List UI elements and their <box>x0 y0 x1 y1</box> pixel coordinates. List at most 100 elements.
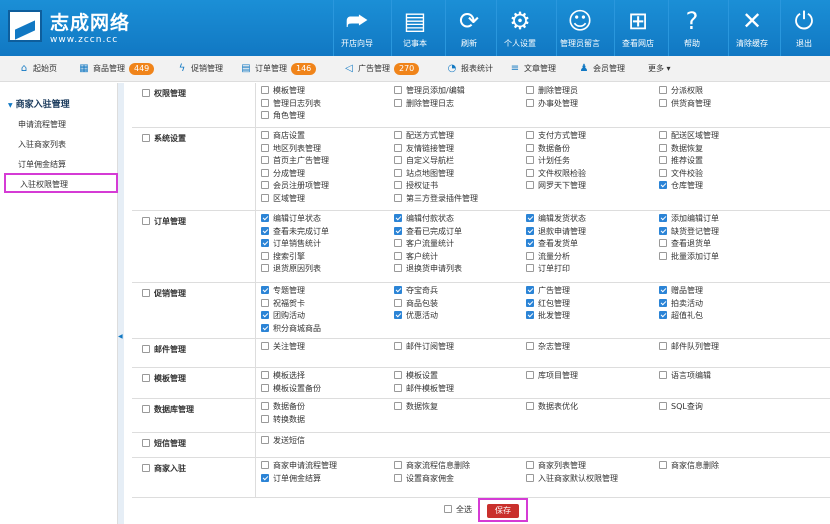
permission-item[interactable]: 商店设置 <box>261 131 305 141</box>
permission-checkbox[interactable] <box>261 86 269 94</box>
permission-item[interactable]: SQL查询 <box>659 402 703 412</box>
section-title[interactable]: 短信管理 <box>142 438 186 449</box>
sidebar-item[interactable]: 订单佣金结算 <box>18 159 66 170</box>
permission-item[interactable]: 超值礼包 <box>659 311 703 321</box>
permission-checkbox[interactable] <box>526 143 534 152</box>
permission-item[interactable]: 数据备份 <box>526 143 570 154</box>
permission-item[interactable]: 退货原因列表 <box>261 264 321 274</box>
permission-item[interactable]: 赠品管理 <box>659 286 703 296</box>
permission-item[interactable]: 仓库管理 <box>659 181 703 191</box>
permission-item[interactable]: 缺货登记管理 <box>659 226 719 237</box>
permission-item[interactable]: 地区列表管理 <box>261 143 321 154</box>
section-checkbox[interactable] <box>142 374 150 382</box>
permission-checkbox[interactable] <box>394 371 402 379</box>
permission-checkbox[interactable] <box>526 181 534 190</box>
sidebar-splitter[interactable]: ◀ <box>118 83 124 524</box>
permission-checkbox[interactable] <box>261 311 269 320</box>
section-checkbox[interactable] <box>142 345 150 353</box>
permission-checkbox[interactable] <box>394 264 402 273</box>
permission-item[interactable]: 商家流程信息删除 <box>394 461 470 471</box>
toolbar-button-arrow[interactable]: ⮫ 开店向导 <box>333 0 380 56</box>
permission-checkbox[interactable] <box>261 226 269 235</box>
permission-checkbox[interactable] <box>261 251 269 260</box>
permission-checkbox[interactable] <box>394 143 402 152</box>
permission-item[interactable]: 添加编辑订单 <box>659 214 719 224</box>
toolbar-button-message[interactable]: ☺ 管理员留言 <box>556 0 603 56</box>
section-checkbox[interactable] <box>142 405 150 413</box>
permission-item[interactable]: 查看已完成订单 <box>394 226 462 237</box>
permission-checkbox[interactable] <box>659 143 667 152</box>
permission-checkbox[interactable] <box>394 286 402 294</box>
sidebar-item[interactable]: 申请流程管理 <box>18 119 66 130</box>
permission-item[interactable]: 查看发货单 <box>526 239 578 249</box>
permission-item[interactable]: 推荐设置 <box>659 156 703 166</box>
permission-item[interactable]: 批发管理 <box>526 311 570 321</box>
permission-checkbox[interactable] <box>261 436 269 444</box>
permission-item[interactable]: 站点地图管理 <box>394 168 454 179</box>
permission-checkbox[interactable] <box>394 251 402 260</box>
permission-checkbox[interactable] <box>261 414 269 423</box>
permission-checkbox[interactable] <box>261 194 269 202</box>
permission-item[interactable]: 商家信息删除 <box>659 461 719 471</box>
permission-checkbox[interactable] <box>394 298 402 307</box>
permission-item[interactable]: 数据恢复 <box>394 402 438 412</box>
permission-item[interactable]: 广告管理 <box>526 286 570 296</box>
nav-item-report[interactable]: ◔ 报表统计 <box>446 62 493 76</box>
permission-checkbox[interactable] <box>659 311 667 320</box>
select-all-checkbox[interactable] <box>444 505 452 513</box>
permission-item[interactable]: 网罗天下管理 <box>526 181 586 191</box>
toolbar-button-power[interactable]: ⏻ 退出 <box>780 0 827 56</box>
section-checkbox[interactable] <box>142 217 150 225</box>
nav-item-article[interactable]: ≡ 文章管理 <box>509 62 556 76</box>
permission-checkbox[interactable] <box>261 383 269 392</box>
permission-item[interactable]: 首页主广告管理 <box>261 156 329 166</box>
permission-checkbox[interactable] <box>261 131 269 139</box>
permission-item[interactable]: 库项目管理 <box>526 371 578 381</box>
permission-item[interactable]: 查看未完成订单 <box>261 226 329 237</box>
permission-checkbox[interactable] <box>261 461 269 469</box>
permission-item[interactable]: 数据表优化 <box>526 402 578 412</box>
permission-checkbox[interactable] <box>526 298 534 307</box>
permission-item[interactable]: 供货商管理 <box>659 98 711 109</box>
permission-checkbox[interactable] <box>526 473 534 482</box>
permission-item[interactable]: 发送短信 <box>261 436 305 446</box>
toolbar-button-notepad[interactable]: ▤ 记事本 <box>391 0 438 56</box>
permission-item[interactable]: 订单佣金结算 <box>261 473 321 484</box>
permission-item[interactable]: 文件权限检验 <box>526 168 586 179</box>
permission-checkbox[interactable] <box>394 181 402 190</box>
permission-checkbox[interactable] <box>261 342 269 350</box>
permission-checkbox[interactable] <box>659 298 667 307</box>
permission-checkbox[interactable] <box>394 131 402 139</box>
permission-checkbox[interactable] <box>394 311 402 320</box>
permission-item[interactable]: 专题管理 <box>261 286 305 296</box>
permission-checkbox[interactable] <box>261 168 269 177</box>
permission-item[interactable]: 退款申请管理 <box>526 226 586 237</box>
permission-item[interactable]: 语言项编辑 <box>659 371 711 381</box>
section-checkbox[interactable] <box>142 134 150 142</box>
permission-checkbox[interactable] <box>394 168 402 177</box>
permission-checkbox[interactable] <box>394 214 402 222</box>
permission-checkbox[interactable] <box>526 251 534 260</box>
permission-checkbox[interactable] <box>261 323 269 332</box>
permission-checkbox[interactable] <box>394 383 402 392</box>
permission-checkbox[interactable] <box>659 131 667 139</box>
permission-item[interactable]: 模板选择 <box>261 371 305 381</box>
permission-checkbox[interactable] <box>526 156 534 165</box>
permission-checkbox[interactable] <box>526 131 534 139</box>
permission-item[interactable]: 设置商家佣金 <box>394 473 454 484</box>
permission-item[interactable]: 分成管理 <box>261 168 305 179</box>
section-title[interactable]: 系统设置 <box>142 133 186 144</box>
permission-item[interactable]: 编辑发货状态 <box>526 214 586 224</box>
permission-checkbox[interactable] <box>526 286 534 294</box>
permission-item[interactable]: 办事处管理 <box>526 98 578 109</box>
section-title[interactable]: 数据库管理 <box>142 404 194 415</box>
permission-checkbox[interactable] <box>526 168 534 177</box>
section-checkbox[interactable] <box>142 89 150 97</box>
permission-item[interactable]: 流量分析 <box>526 251 570 262</box>
toolbar-button-refresh[interactable]: ⟳ 刷新 <box>445 0 492 56</box>
permission-checkbox[interactable] <box>261 143 269 152</box>
permission-item[interactable]: 计划任务 <box>526 156 570 166</box>
permission-checkbox[interactable] <box>659 371 667 379</box>
permission-item[interactable]: 退换货申请列表 <box>394 264 462 274</box>
permission-checkbox[interactable] <box>261 181 269 190</box>
